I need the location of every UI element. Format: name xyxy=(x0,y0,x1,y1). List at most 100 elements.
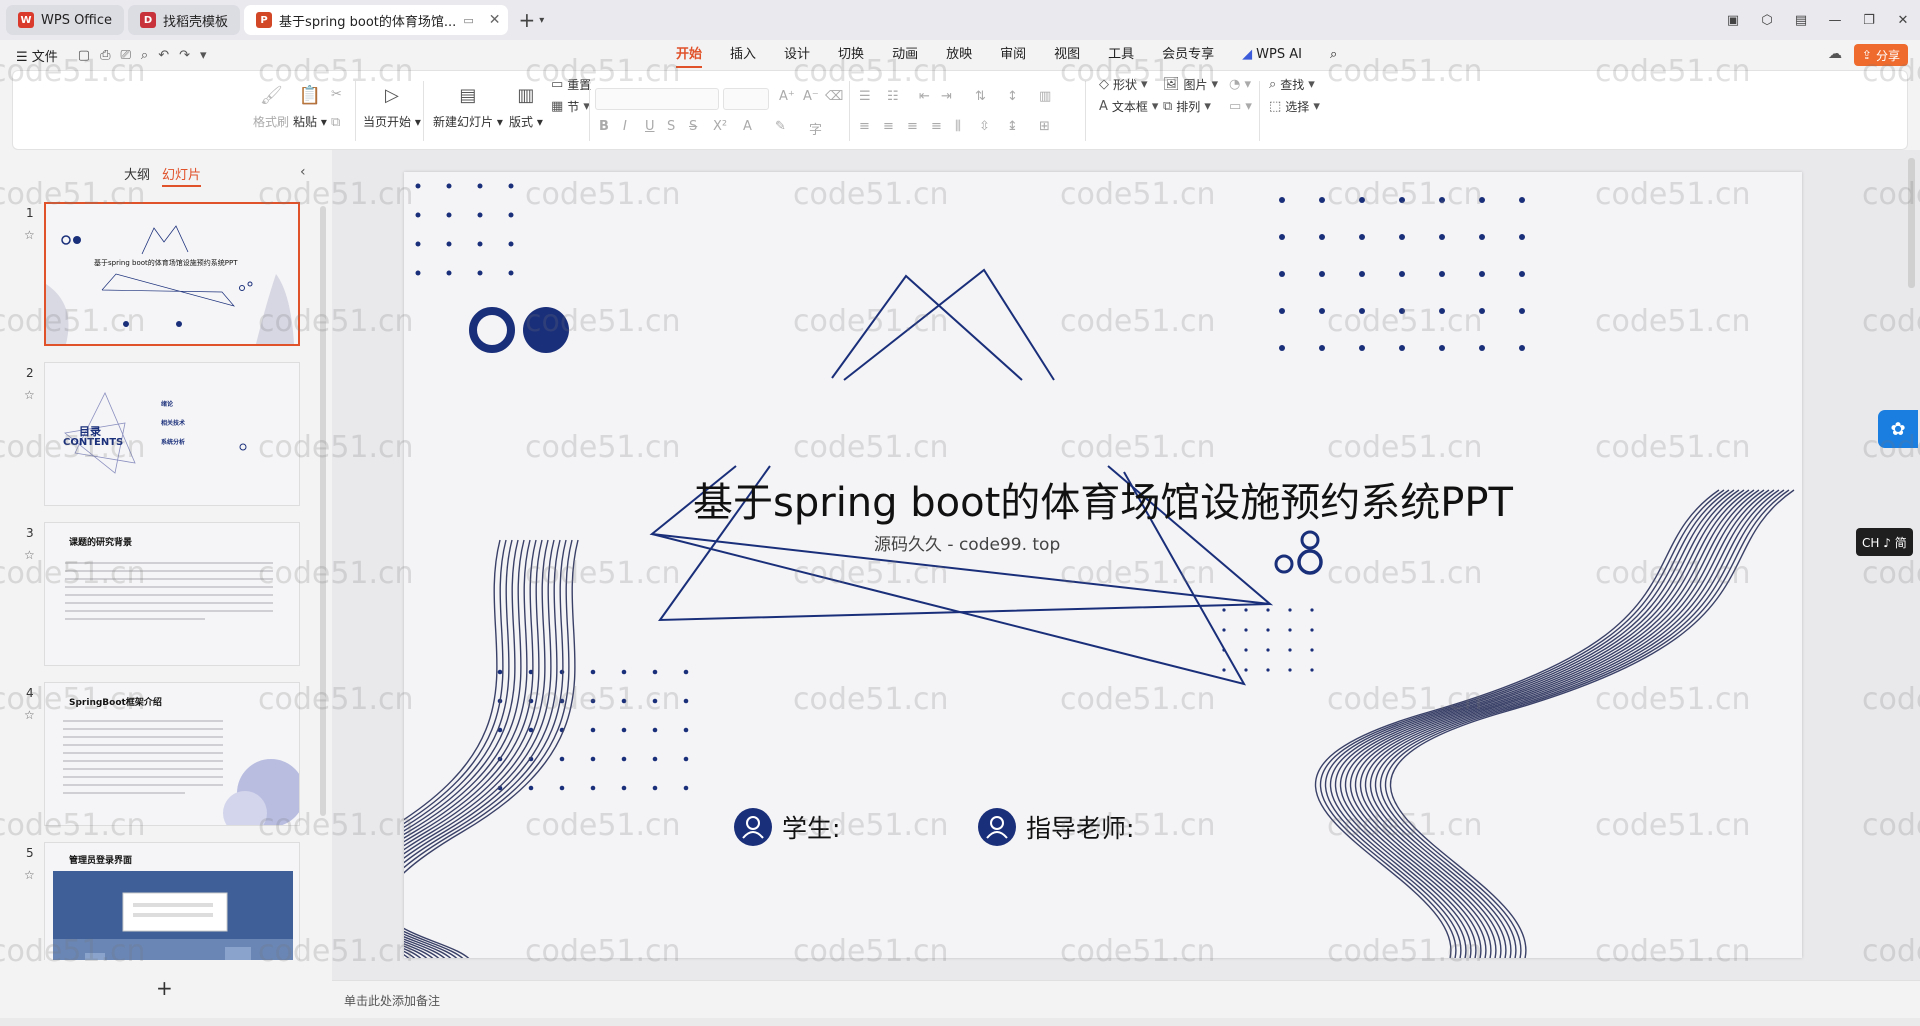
student-field[interactable]: 学生: xyxy=(734,808,840,846)
more-icon[interactable]: ▾ xyxy=(200,48,207,63)
shadow-icon[interactable]: S xyxy=(667,119,675,134)
italic-icon[interactable]: I xyxy=(623,119,627,134)
underline-icon[interactable]: U xyxy=(645,119,655,134)
tab-view[interactable]: 视图 xyxy=(1054,40,1080,70)
align-left-icon[interactable]: ≡ xyxy=(859,119,870,134)
text-direction-icon[interactable]: ⇅ xyxy=(975,89,986,104)
new-tab-icon[interactable]: + xyxy=(518,8,535,32)
increase-font-icon[interactable]: A⁺ xyxy=(779,89,795,104)
picture-button[interactable]: 🖼 图片 ▾ xyxy=(1163,73,1218,95)
font-size-select[interactable] xyxy=(723,88,769,110)
undo-icon[interactable]: ↶ xyxy=(158,48,169,63)
numbering-icon[interactable]: ☷ xyxy=(887,89,899,104)
star-icon[interactable]: ☆ xyxy=(24,228,35,242)
slide-thumbnail-2[interactable]: 目录 CONTENTS 绪论 相关技术 系统分析 xyxy=(44,362,300,506)
slide-thumbnail-5[interactable]: 管理员登录界面 xyxy=(44,842,300,960)
new-slide-button[interactable]: ▤ 新建幻灯片 ▾ xyxy=(433,85,503,130)
thumbnail-item[interactable]: 3 ☆ 课题的研究背景 xyxy=(0,522,320,666)
star-icon[interactable]: ☆ xyxy=(24,548,35,562)
chevron-left-icon[interactable]: ‹ xyxy=(300,164,306,180)
tab-template[interactable]: D 找稻壳模板 xyxy=(128,5,241,35)
decrease-font-icon[interactable]: A⁻ xyxy=(803,89,819,104)
tab-home[interactable]: 开始 xyxy=(676,40,703,70)
wps-ai-button[interactable]: ◢ WPS AI xyxy=(1242,40,1302,70)
vertical-align-icon[interactable]: ⇳ xyxy=(979,119,990,134)
superscript-icon[interactable]: X² xyxy=(713,119,727,134)
fill-icon[interactable]: ◔ ▾ xyxy=(1229,77,1251,92)
section-button[interactable]: ▦ 节 ▾ xyxy=(551,95,590,117)
align-center-icon[interactable]: ≡ xyxy=(883,119,894,134)
distribute-icon[interactable]: ⫼ xyxy=(955,119,961,134)
layout-icon[interactable]: ▣ xyxy=(1716,13,1750,28)
avatar[interactable]: ▤ xyxy=(1784,13,1818,28)
char-spacing-icon[interactable]: 字 xyxy=(809,119,822,138)
tab-transition[interactable]: 切换 xyxy=(838,40,864,70)
bullets-icon[interactable]: ☰ xyxy=(859,89,871,104)
teacher-field[interactable]: 指导老师: xyxy=(978,808,1134,846)
tab-tools[interactable]: 工具 xyxy=(1108,40,1134,70)
tab-member[interactable]: 会员专享 xyxy=(1162,40,1214,70)
arrange-button[interactable]: ⧉ 排列 ▾ xyxy=(1163,95,1211,117)
tab-outline[interactable]: 大纲 xyxy=(124,164,150,187)
thumbnail-item[interactable]: 5 ☆ 管理员登录界面 xyxy=(0,842,320,960)
clear-format-icon[interactable]: ⌫ xyxy=(825,89,843,104)
slide-thumbnail-4[interactable]: SpringBoot框架介绍 xyxy=(44,682,300,826)
indent-increase-icon[interactable]: ⇥ xyxy=(941,89,952,104)
highlight-icon[interactable]: ✎ xyxy=(775,119,786,134)
outline-icon[interactable]: ▭ ▾ xyxy=(1229,99,1252,114)
notes-pane[interactable]: 单击此处添加备注 xyxy=(332,980,1920,1018)
redo-icon[interactable]: ↷ xyxy=(179,48,190,63)
textbox-button[interactable]: A 文本框 ▾ xyxy=(1099,95,1158,117)
preview-icon[interactable]: ⌕ xyxy=(141,48,148,63)
restore-icon[interactable]: ❐ xyxy=(1852,13,1886,28)
thumbnail-item[interactable]: 1 ☆ 基于spring boot的体育场馆设施预约系统PPT xyxy=(0,202,320,346)
convert-icon[interactable]: ⊞ xyxy=(1039,119,1050,134)
tab-design[interactable]: 设计 xyxy=(784,40,810,70)
tab-presentation[interactable]: P 基于spring boot的体育场馆... ▭ ✕ xyxy=(244,5,509,35)
save-icon[interactable]: ▢ xyxy=(78,48,90,63)
reset-button[interactable]: ▭ 重置 xyxy=(551,73,591,95)
strikethrough-icon[interactable]: S xyxy=(689,119,697,134)
add-slide-icon[interactable]: + xyxy=(156,976,173,1000)
search-icon[interactable]: ⌕ xyxy=(1330,40,1337,70)
minimize-icon[interactable]: — xyxy=(1818,13,1852,28)
slide-thumbnail-3[interactable]: 课题的研究背景 xyxy=(44,522,300,666)
tab-review[interactable]: 审阅 xyxy=(1000,40,1026,70)
thumbnail-item[interactable]: 4 ☆ SpringBoot框架介绍 xyxy=(0,682,320,826)
thumbnail-item[interactable]: 2 ☆ 目录 CONTENTS 绪论 相关技术 系统分析 xyxy=(0,362,320,506)
para-spacing-icon[interactable]: ↨ xyxy=(1007,119,1018,134)
ime-indicator[interactable]: CH ♪ 简 xyxy=(1856,528,1913,556)
star-icon[interactable]: ☆ xyxy=(24,388,35,402)
font-family-select[interactable] xyxy=(595,88,719,110)
panel-scrollbar[interactable] xyxy=(320,206,326,816)
cut-icon[interactable]: ✂ xyxy=(331,87,342,102)
tab-insert[interactable]: 插入 xyxy=(730,40,756,70)
indent-decrease-icon[interactable]: ⇤ xyxy=(919,89,930,104)
column-icon[interactable]: ▥ xyxy=(1039,89,1051,104)
close-window-icon[interactable]: ✕ xyxy=(1886,13,1920,28)
print-icon[interactable]: ⎚ xyxy=(121,48,131,63)
slide-thumbnail-1[interactable]: 基于spring boot的体育场馆设施预约系统PPT xyxy=(44,202,300,346)
assistant-float-button[interactable]: ✿ xyxy=(1878,410,1918,448)
export-icon[interactable]: ⎙ xyxy=(100,48,110,63)
align-right-icon[interactable]: ≡ xyxy=(907,119,918,134)
monitor-icon[interactable]: ▭ xyxy=(463,14,473,27)
tab-slideshow[interactable]: 放映 xyxy=(946,40,972,70)
bold-icon[interactable]: B xyxy=(599,119,609,134)
find-button[interactable]: ⌕ 查找 ▾ xyxy=(1269,73,1315,95)
file-menu[interactable]: ☰ 文件 xyxy=(16,46,58,65)
close-tab-icon[interactable]: ✕ xyxy=(489,12,501,28)
slide-title[interactable]: 基于spring boot的体育场馆设施预约系统PPT xyxy=(404,470,1802,528)
line-spacing-icon[interactable]: ↕ xyxy=(1007,89,1018,104)
current-slide[interactable]: 基于spring boot的体育场馆设施预约系统PPT 源码久久 - code9… xyxy=(404,172,1802,958)
star-icon[interactable]: ☆ xyxy=(24,708,35,722)
copy-icon[interactable]: ⧉ xyxy=(331,115,340,130)
select-button[interactable]: ⬚ 选择 ▾ xyxy=(1269,95,1320,117)
tab-wps-office[interactable]: W WPS Office xyxy=(6,5,125,35)
play-current-button[interactable]: ▷ 当页开始 ▾ xyxy=(363,85,421,130)
layout-button[interactable]: ▥ 版式 ▾ xyxy=(509,85,543,130)
format-painter-button[interactable]: 🖌 格式刷 xyxy=(253,85,289,130)
font-color-icon[interactable]: A xyxy=(743,119,752,134)
shape-button[interactable]: ◇ 形状 ▾ xyxy=(1099,73,1148,95)
justify-icon[interactable]: ≡ xyxy=(931,119,942,134)
